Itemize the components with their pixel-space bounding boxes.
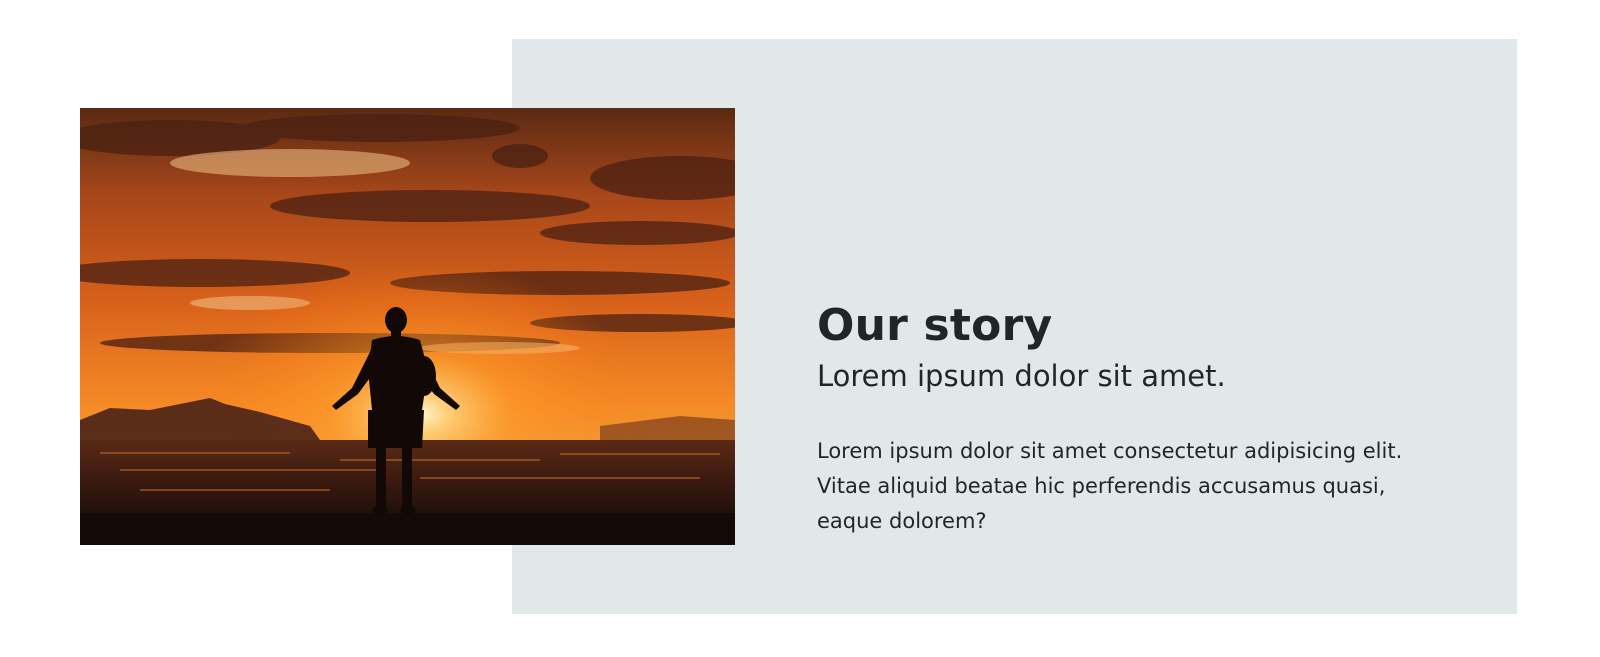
story-title: Our story [817,300,1053,351]
our-story-section: Our story Lorem ipsum dolor sit amet. Lo… [0,0,1600,657]
story-content: Our story Lorem ipsum dolor sit amet. Lo… [817,296,1457,539]
sunset-person-photo [80,108,735,545]
sunset-photo-graphic [80,108,735,545]
story-body-text: Lorem ipsum dolor sit amet consectetur a… [817,439,1403,533]
story-subtitle: Lorem ipsum dolor sit amet. [817,359,1226,393]
